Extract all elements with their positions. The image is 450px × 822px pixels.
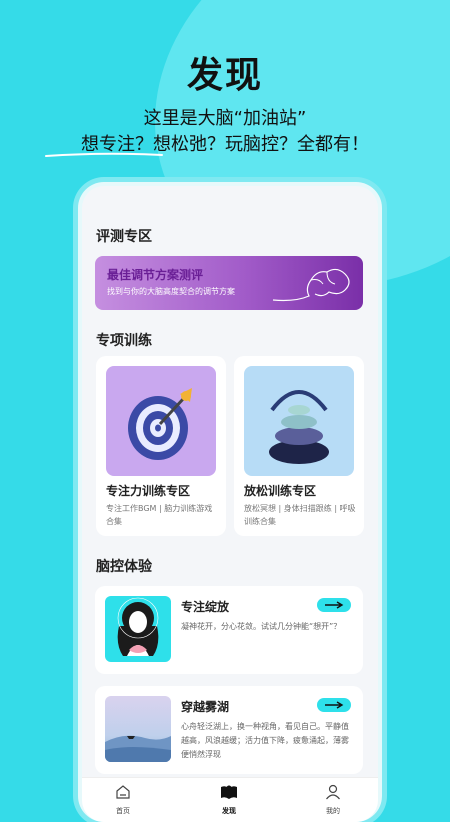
underline-decoration xyxy=(45,152,163,157)
meditating-girl-icon xyxy=(105,596,171,662)
brain-illustration-icon xyxy=(272,268,350,302)
evaluation-banner-subtitle: 找到与你的大脑高度契合的调节方案 xyxy=(107,287,235,296)
training-card-title: 放松训练专区 xyxy=(244,484,317,498)
stones-icon xyxy=(244,366,354,476)
evaluation-banner[interactable]: 最佳调节方案测评 找到与你的大脑高度契合的调节方案 xyxy=(95,256,363,310)
training-card-relax[interactable]: 放松训练专区 放松冥想 | 身体扫描跟练 | 呼吸训练合集 xyxy=(234,356,364,536)
target-icon xyxy=(106,366,216,476)
arrow-right-icon xyxy=(325,601,344,609)
training-card-desc: 放松冥想 | 身体扫描跟练 | 呼吸训练合集 xyxy=(244,504,356,526)
arrow-right-icon xyxy=(325,701,344,709)
go-arrow-button[interactable] xyxy=(317,698,351,712)
section-title-evaluation: 评测专区 xyxy=(96,229,152,245)
experience-card-title: 专注绽放 xyxy=(181,600,230,614)
section-title-experience: 脑控体验 xyxy=(96,559,152,575)
experience-card-desc: 心舟轻泛湖上，换一种视角，看见自己。平静值越高，风浪越缓；活力值下降，疲惫涌起，… xyxy=(181,722,349,759)
tab-me[interactable]: 我的 xyxy=(308,784,358,816)
tab-discover[interactable]: 发现 xyxy=(204,784,254,816)
phone-screen: 评测专区 最佳调节方案测评 找到与你的大脑高度契合的调节方案 专项训练 专注力训… xyxy=(82,186,378,822)
fog-lake-icon xyxy=(105,696,171,762)
home-icon xyxy=(116,785,130,799)
experience-card-desc: 凝神花开，分心花敛。试试几分钟能“想开”？ xyxy=(181,622,342,631)
tab-label: 发现 xyxy=(222,807,236,815)
evaluation-banner-title: 最佳调节方案测评 xyxy=(107,268,204,282)
training-card-focus[interactable]: 专注力训练专区 专注工作BGM | 脑力训练游戏合集 xyxy=(96,356,226,536)
phone-mockup: 评测专区 最佳调节方案测评 找到与你的大脑高度契合的调节方案 专项训练 专注力训… xyxy=(78,182,382,822)
user-icon xyxy=(326,784,340,800)
experience-card-bloom[interactable]: 专注绽放 凝神花开，分心花敛。试试几分钟能“想开”？ xyxy=(95,586,363,674)
training-card-title: 专注力训练专区 xyxy=(106,484,191,498)
hero-subtitle-1: 这里是大脑“加油站” xyxy=(143,108,307,129)
book-icon xyxy=(221,785,237,799)
section-title-training: 专项训练 xyxy=(96,333,152,349)
page-title: 发现 xyxy=(186,55,263,96)
tab-label: 我的 xyxy=(326,807,340,815)
tab-label: 首页 xyxy=(116,807,130,815)
experience-card-fog-lake[interactable]: 穿越雾湖 心舟轻泛湖上，换一种视角，看见自己。平静值越高，风浪越缓；活力值下降，… xyxy=(95,686,363,774)
experience-card-title: 穿越雾湖 xyxy=(181,700,230,714)
training-card-desc: 专注工作BGM | 脑力训练游戏合集 xyxy=(106,504,213,526)
tab-home[interactable]: 首页 xyxy=(98,784,148,816)
go-arrow-button[interactable] xyxy=(317,598,351,612)
